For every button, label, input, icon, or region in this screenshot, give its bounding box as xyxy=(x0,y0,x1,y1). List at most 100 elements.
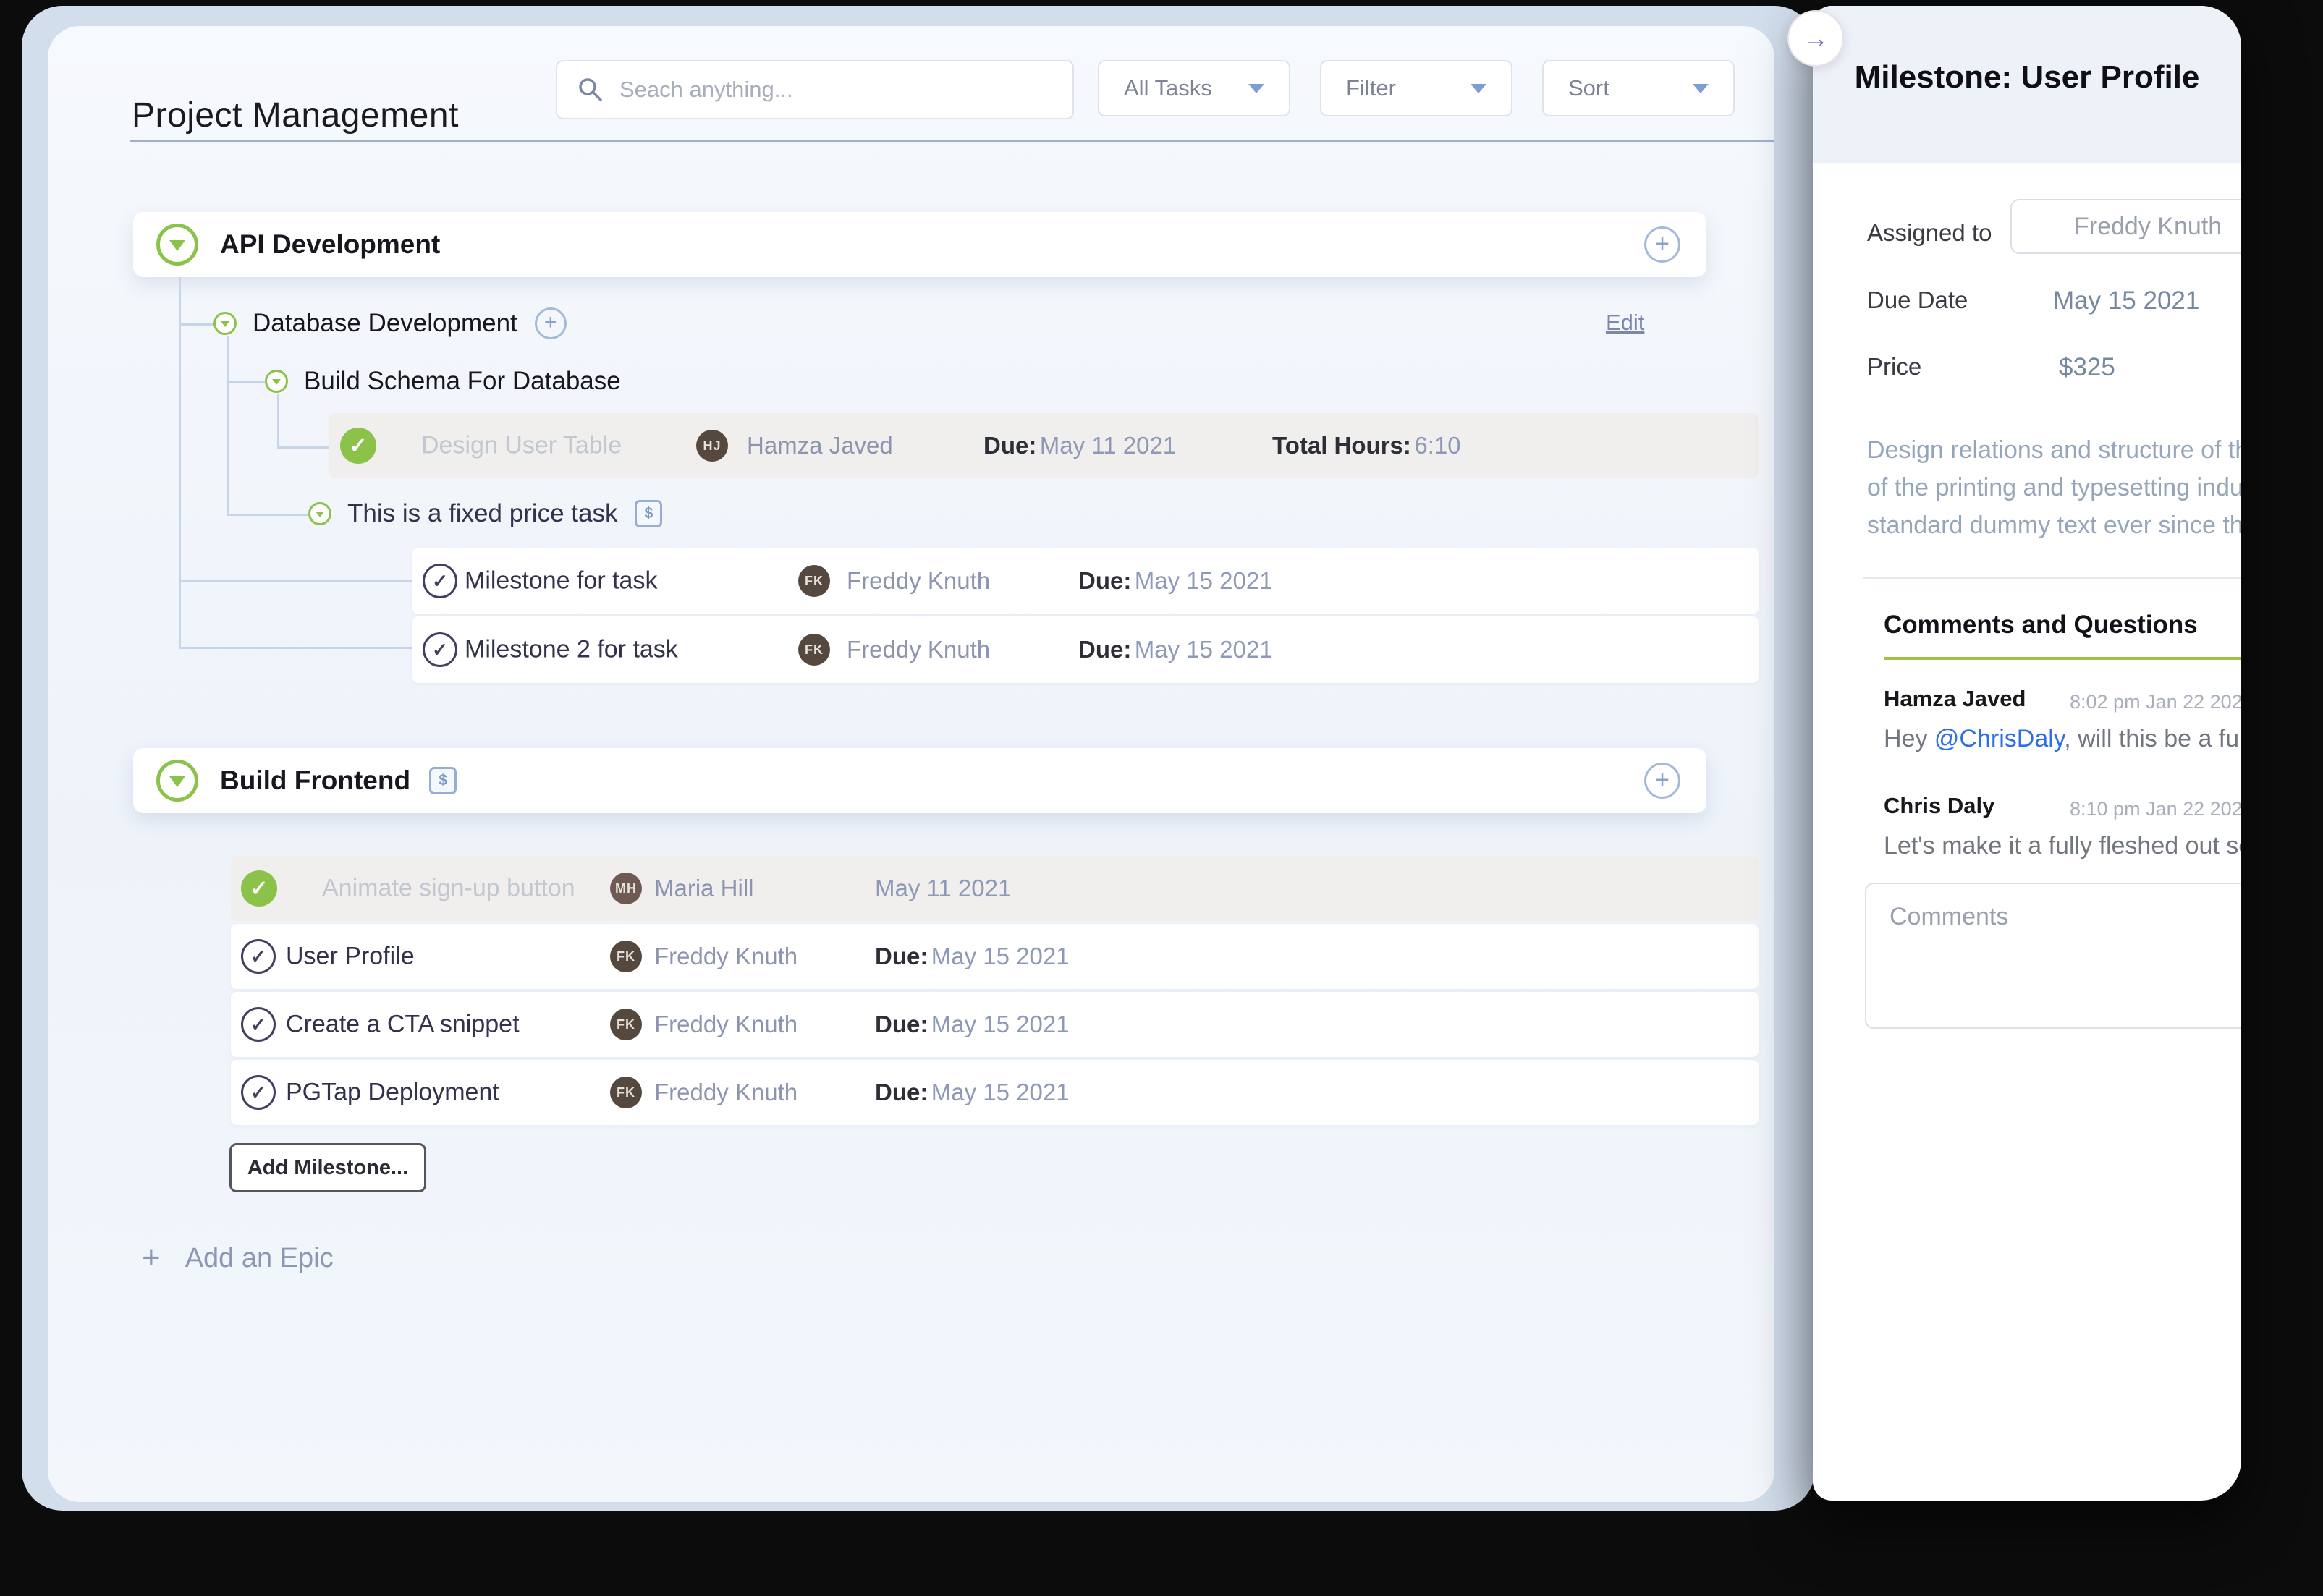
task-title: This is a fixed price task xyxy=(347,499,618,527)
subgroup-title: Build Schema For Database xyxy=(304,367,621,395)
check-circle-icon[interactable] xyxy=(241,1075,276,1110)
due-value: May 15 2021 xyxy=(1134,567,1273,594)
panel-title: Milestone: User Profile xyxy=(1854,59,2200,95)
edit-link[interactable]: Edit xyxy=(1606,310,1644,336)
assignee-name: Maria Hill xyxy=(654,875,754,901)
task-row-user-profile[interactable]: User Profile FK Freddy Knuth Due: May 15… xyxy=(231,924,1759,989)
due-value: May 15 2021 xyxy=(931,1079,1070,1105)
search-input[interactable] xyxy=(618,76,1072,103)
view-dropdown[interactable]: All Tasks xyxy=(1098,60,1290,116)
check-circle-icon[interactable] xyxy=(423,564,457,598)
collapse-subgroup-icon[interactable] xyxy=(265,370,288,393)
assigned-to-input[interactable] xyxy=(2010,199,2241,254)
plus-icon: + xyxy=(142,1240,161,1275)
chevron-down-icon xyxy=(1248,83,1264,93)
due-date-label: Due Date xyxy=(1867,286,1968,313)
collapse-epic-icon[interactable] xyxy=(156,224,198,266)
epic-build-frontend[interactable]: Build Frontend $ xyxy=(133,748,1706,813)
check-circle-icon[interactable] xyxy=(241,1007,276,1042)
due-label: Due: xyxy=(983,432,1037,459)
milestone-title: Milestone for task xyxy=(465,566,658,595)
assignee-name: Freddy Knuth xyxy=(654,1079,798,1105)
tree-line xyxy=(277,394,279,446)
sort-dropdown[interactable]: Sort xyxy=(1542,60,1735,116)
due-label: Due: xyxy=(1078,636,1132,663)
subgroup-build-schema[interactable]: Build Schema For Database xyxy=(265,367,621,395)
description-line: of the printing and typesetting indus xyxy=(1867,474,2241,501)
due-date: Due: May 15 2021 xyxy=(875,1079,1070,1106)
epic-title: API Development xyxy=(220,229,441,259)
assignee-name: Freddy Knuth xyxy=(654,1011,798,1037)
due-value: May 15 2021 xyxy=(931,1011,1070,1037)
due-date: May 11 2021 xyxy=(875,875,1011,902)
task-title: User Profile xyxy=(286,942,415,970)
tree-line xyxy=(179,580,412,582)
collapse-panel-button[interactable] xyxy=(1787,10,1844,67)
collapse-epic-icon[interactable] xyxy=(156,760,198,802)
milestone-row-1[interactable]: Milestone for task FK Freddy Knuth Due: … xyxy=(412,548,1759,614)
milestone-description: Design relations and structure of the of… xyxy=(1867,431,2241,544)
task-row-pgtap-deployment[interactable]: PGTap Deployment FK Freddy Knuth Due: Ma… xyxy=(231,1060,1759,1125)
total-hours: Total Hours: 6:10 xyxy=(1272,432,1461,459)
comment-text: Let's make it a fully fleshed out scher xyxy=(1884,832,2241,859)
avatar: FK xyxy=(798,565,830,597)
task-title: PGTap Deployment xyxy=(286,1078,499,1106)
assignee-name: Freddy Knuth xyxy=(654,943,798,969)
epic-api-development[interactable]: API Development xyxy=(133,212,1706,277)
chevron-down-icon xyxy=(1693,83,1709,93)
comment-input[interactable] xyxy=(1865,883,2241,1029)
due-value: May 11 2021 xyxy=(1039,432,1177,459)
collapse-group-icon[interactable] xyxy=(213,312,237,335)
price-value: $325 xyxy=(2059,353,2115,381)
due-date: Due: May 15 2021 xyxy=(875,1011,1070,1038)
avatar: FK xyxy=(610,941,642,972)
due-label: Due: xyxy=(875,1011,928,1037)
due-label: Due: xyxy=(875,1079,928,1105)
due-date: Due: May 15 2021 xyxy=(1078,636,1273,663)
add-task-icon[interactable] xyxy=(1644,763,1680,799)
milestone-row-2[interactable]: Milestone 2 for task FK Freddy Knuth Due… xyxy=(412,616,1759,683)
description-line: Design relations and structure of the xyxy=(1867,436,2241,464)
assignee-name: Hamza Javed xyxy=(747,432,893,459)
hours-label: Total Hours: xyxy=(1272,432,1411,459)
search-box[interactable] xyxy=(556,60,1074,119)
filter-dropdown-label: Filter xyxy=(1346,75,1396,101)
tree-line xyxy=(179,647,412,649)
main-content-area: Project Management All Tasks Filter Sort… xyxy=(48,26,1774,1502)
collapse-task-icon[interactable] xyxy=(308,502,331,525)
comment-text: Hey xyxy=(1884,725,1934,752)
due-label: Due: xyxy=(875,943,928,969)
fixed-price-icon: $ xyxy=(635,500,663,527)
avatar: MH xyxy=(610,873,642,904)
task-fixed-price[interactable]: This is a fixed price task $ xyxy=(308,499,663,527)
comment-author: Chris Daly xyxy=(1884,793,1995,818)
comments-heading-underline xyxy=(1884,657,2241,660)
task-row-cta-snippet[interactable]: Create a CTA snippet FK Freddy Knuth Due… xyxy=(231,992,1759,1057)
comments-heading: Comments and Questions xyxy=(1884,611,2198,639)
check-circle-icon[interactable] xyxy=(340,428,376,464)
add-milestone-button[interactable]: Add Milestone... xyxy=(229,1143,426,1192)
check-circle-icon[interactable] xyxy=(241,939,276,974)
group-database-development[interactable]: Database Development xyxy=(213,307,567,339)
due-label: Due: xyxy=(1078,567,1132,594)
mention-link[interactable]: @ChrisDaly xyxy=(1934,725,2064,752)
task-row-design-user-table[interactable]: Design User Table HJ Hamza Javed Due: Ma… xyxy=(329,413,1759,478)
task-title: Design User Table xyxy=(421,431,622,459)
filter-dropdown[interactable]: Filter xyxy=(1320,60,1512,116)
assignee-name: Freddy Knuth xyxy=(847,636,991,663)
description-line: standard dummy text ever since the xyxy=(1867,512,2241,539)
comment-timestamp: 8:10 pm Jan 22 2021 xyxy=(2070,798,2241,820)
check-circle-icon[interactable] xyxy=(241,870,277,907)
task-title: Animate sign-up button xyxy=(322,874,575,902)
search-icon xyxy=(579,78,602,101)
add-epic-label: Add an Epic xyxy=(185,1242,334,1273)
due-value: May 15 2021 xyxy=(931,943,1070,969)
task-row-animate-signup[interactable]: Animate sign-up button MH Maria Hill May… xyxy=(231,856,1759,921)
add-subtask-icon[interactable] xyxy=(534,307,567,339)
header-divider xyxy=(130,140,1774,142)
check-circle-icon[interactable] xyxy=(423,632,457,667)
panel-divider xyxy=(1863,577,2241,579)
due-value: May 15 2021 xyxy=(1134,636,1273,663)
add-epic-button[interactable]: + Add an Epic xyxy=(142,1240,334,1276)
add-task-icon[interactable] xyxy=(1644,226,1680,263)
